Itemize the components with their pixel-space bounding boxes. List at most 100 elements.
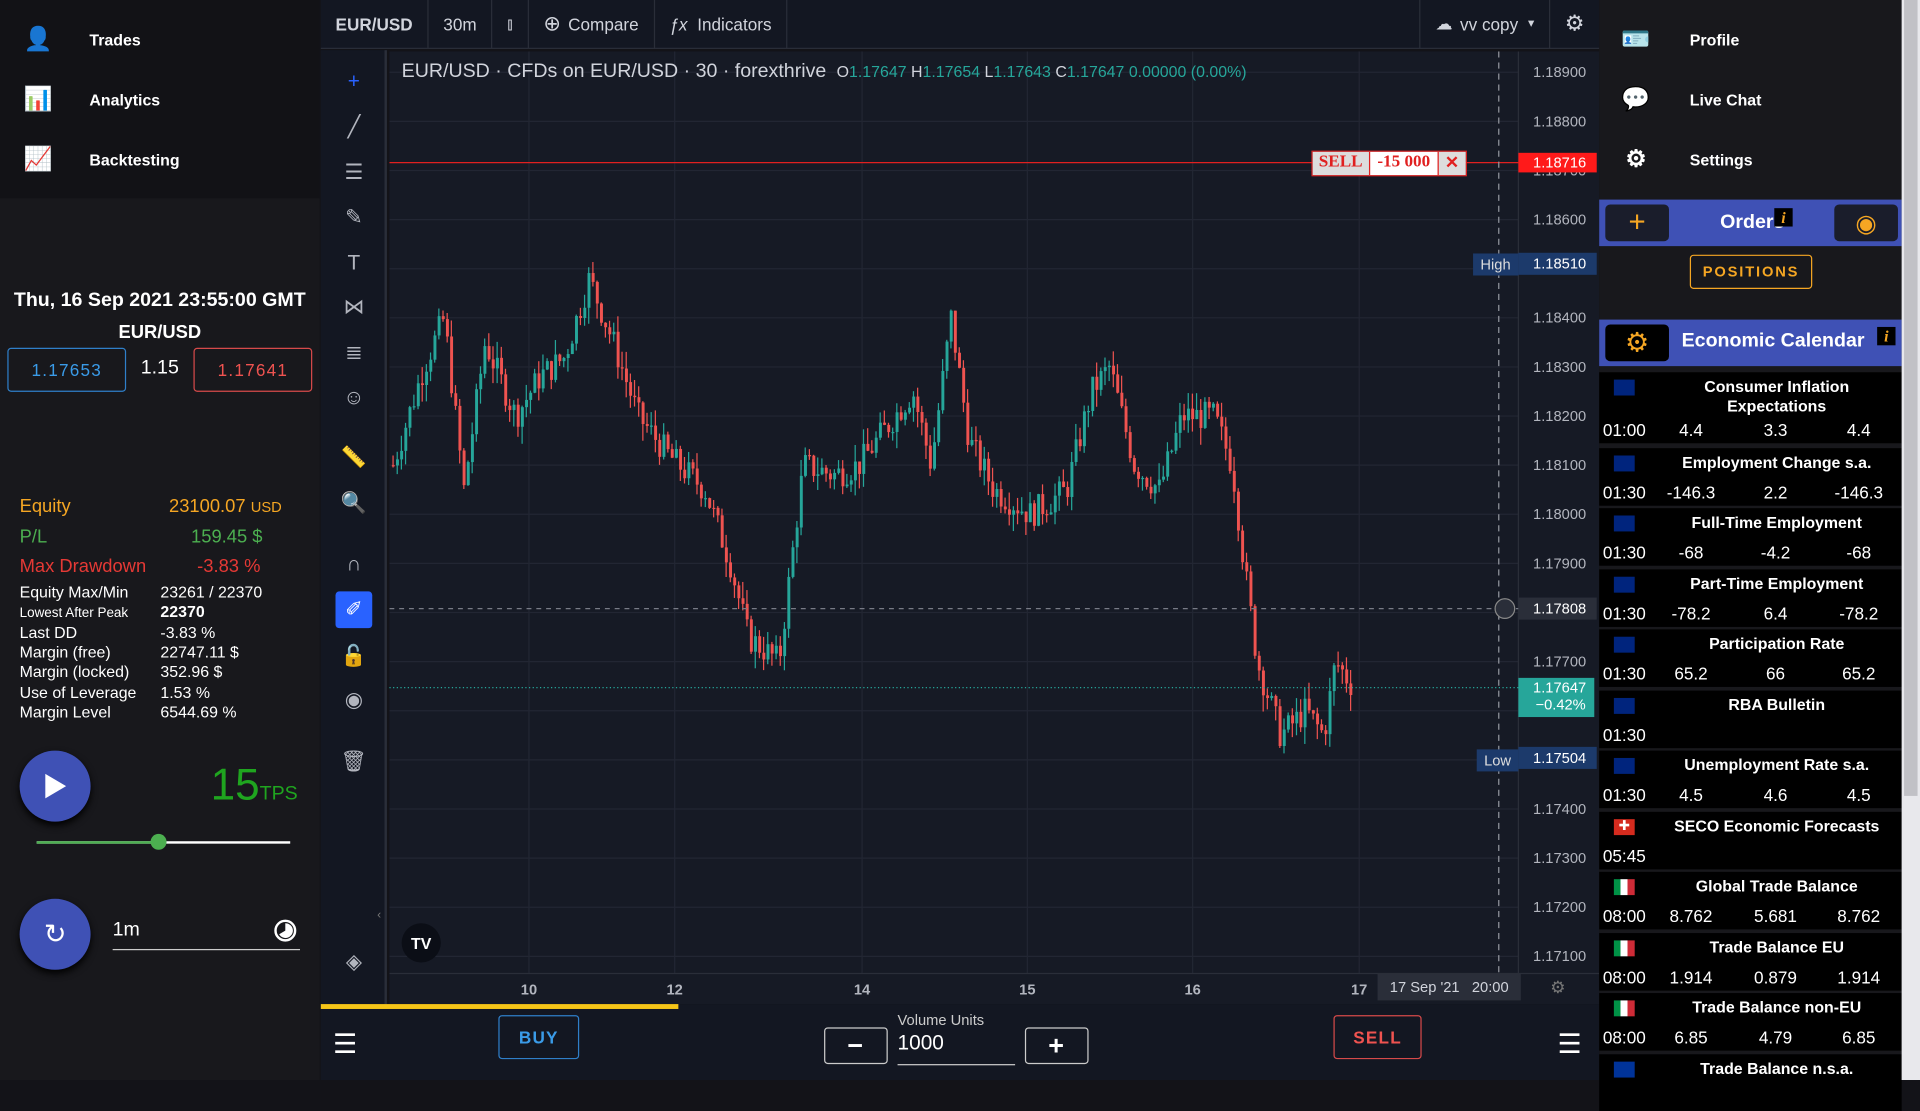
text-tool[interactable]: T <box>336 245 373 282</box>
trend-line-tool[interactable]: ╱ <box>336 109 373 146</box>
axis-settings-icon[interactable]: ⚙ <box>1550 977 1565 998</box>
measure-tool[interactable]: 📏 <box>336 440 373 477</box>
candle-body <box>554 354 558 380</box>
forecast-tool[interactable]: ≣ <box>336 334 373 371</box>
emoji-tool[interactable]: ☺ <box>336 380 373 417</box>
interval-input[interactable]: 1m <box>112 916 300 951</box>
speed-slider[interactable] <box>36 833 291 850</box>
magnet-tool[interactable]: ∩ <box>336 546 373 583</box>
flag-ch-icon: ✚ <box>1613 818 1635 835</box>
object-tree-tool[interactable]: ◈ <box>336 944 373 981</box>
candle-body <box>1037 494 1041 526</box>
legend-desc: · CFDs on EUR/USD <box>495 61 679 83</box>
candle-body <box>937 410 941 443</box>
pattern-tool[interactable]: ⋈ <box>336 289 373 326</box>
calendar-event[interactable]: Part-Time Employment 01:30 -78.2 6.4 -78… <box>1599 568 1902 627</box>
menu-right-icon[interactable]: ☰ <box>1558 1029 1582 1061</box>
nav-trades[interactable]: 👤 Trades <box>0 15 320 64</box>
interval-button[interactable]: 30m <box>429 0 493 49</box>
brush-tool[interactable]: ✎ <box>336 200 373 237</box>
candle-body <box>1091 376 1095 412</box>
calendar-event[interactable]: Trade Balance n.s.a. <box>1599 1053 1902 1111</box>
spread-value: 1.15 <box>140 357 179 379</box>
ask-price-button[interactable]: 1.17641 <box>193 347 313 392</box>
fib-tool[interactable]: ☰ <box>336 154 373 191</box>
candle-body <box>712 507 716 510</box>
sell-button[interactable]: SELL <box>1333 1015 1422 1060</box>
plus-icon: + <box>1048 1029 1066 1061</box>
volume-input[interactable]: 1000 <box>897 1031 1016 1066</box>
reset-button[interactable]: ↻ <box>19 898 91 970</box>
calendar-settings-button[interactable]: ⚙ <box>1605 324 1669 362</box>
h-label: H <box>911 62 923 81</box>
collapse-toolbar-icon[interactable]: ‹ <box>377 909 381 922</box>
event-forecast: 3.3 <box>1763 420 1788 440</box>
compare-button[interactable]: ⊕ Compare <box>529 0 655 49</box>
calendar-event[interactable]: Full-Time Employment 01:30 -68 -4.2 -68 <box>1599 508 1902 566</box>
calendar-event[interactable]: Unemployment Rate s.a. 01:30 4.5 4.6 4.5 <box>1599 750 1902 809</box>
symbol-button[interactable]: EUR/USD <box>321 0 429 49</box>
stay-drawing-tool[interactable]: ✐ <box>335 591 373 629</box>
clock-icon[interactable] <box>273 918 297 942</box>
y-tick-label: 1.18200 <box>1533 409 1586 425</box>
indicators-button[interactable]: ƒx Indicators <box>655 0 788 49</box>
calendar-event[interactable]: ✚ SECO Economic Forecasts 05:45 <box>1599 811 1902 869</box>
delete-tool[interactable]: 🗑 <box>336 743 373 780</box>
toggle-visibility-button[interactable]: ◉ <box>1834 204 1898 242</box>
scrollbar[interactable] <box>1901 0 1920 1080</box>
candle-body <box>1016 510 1020 514</box>
settings-button[interactable]: ⚙ <box>1550 0 1599 48</box>
lock-tool[interactable]: 🔓 <box>336 638 373 675</box>
volume-decrease-button[interactable]: − <box>824 1027 888 1065</box>
calendar-event[interactable]: Global Trade Balance 08:00 8.762 5.681 8… <box>1599 871 1902 930</box>
menu-left-icon[interactable]: ☰ <box>333 1029 357 1061</box>
candle-body <box>1074 439 1078 462</box>
zoom-tool[interactable]: 🔍 <box>336 485 373 522</box>
crosshair-tool[interactable]: + <box>336 64 373 101</box>
calendar-event[interactable]: Employment Change s.a. 01:30 -146.3 2.2 … <box>1599 447 1902 506</box>
candle-body <box>641 402 645 425</box>
calendar-event[interactable]: RBA Bulletin 01:30 <box>1599 690 1902 748</box>
nav-analytics[interactable]: 📊 Analytics <box>0 75 320 124</box>
event-forecast: 0.879 <box>1754 966 1797 987</box>
layout-button[interactable]: ☁ vv copy ▾ <box>1419 0 1551 49</box>
play-button[interactable] <box>19 750 91 822</box>
candle-body <box>1249 571 1253 607</box>
nav-live-chat[interactable]: 💬 Live Chat <box>1599 75 1901 124</box>
event-time: 08:00 <box>1602 1027 1646 1047</box>
nav-settings[interactable]: ⚙ Settings <box>1599 135 1901 184</box>
info-icon[interactable]: i <box>1774 208 1793 227</box>
event-time: 01:30 <box>1602 542 1646 563</box>
order-line-label[interactable]: SELL -15 000 ✕ <box>1311 150 1467 177</box>
positions-button[interactable]: POSITIONS <box>1689 254 1813 289</box>
candle-body <box>587 273 591 308</box>
volume-increase-button[interactable]: + <box>1024 1027 1089 1065</box>
add-order-button[interactable]: + <box>1605 204 1669 242</box>
buy-button[interactable]: BUY <box>498 1015 580 1060</box>
chart-type-button[interactable]: ⫾ <box>493 0 529 49</box>
candle-body <box>870 450 874 453</box>
calendar-event[interactable]: Trade Balance non-EU 08:00 6.85 4.79 6.8… <box>1599 993 1902 1051</box>
bid-price-button[interactable]: 1.17653 <box>7 347 127 392</box>
pl-value: 159.45 $ <box>191 526 263 548</box>
candle-body <box>658 439 662 457</box>
y-tick-label: 1.17200 <box>1533 900 1586 916</box>
slider-thumb[interactable] <box>151 833 167 850</box>
tradingview-logo[interactable]: TV <box>401 923 441 963</box>
calendar-event[interactable]: Participation Rate 01:30 65.2 66 65.2 <box>1599 629 1902 687</box>
nav-profile[interactable]: 🪪 Profile <box>1599 15 1901 64</box>
nav-backtesting[interactable]: 📈 Backtesting <box>0 135 320 184</box>
session-datetime: Thu, 16 Sep 2021 23:55:00 GMT <box>13 290 306 312</box>
scrollbar-thumb[interactable] <box>1904 0 1918 796</box>
hide-tool[interactable]: ◉ <box>336 682 373 719</box>
candle-body <box>1199 409 1203 428</box>
calendar-event[interactable]: Consumer Inflation Expectations 01:00 4.… <box>1599 372 1902 444</box>
info-icon[interactable]: i <box>1877 326 1896 346</box>
order-price-label: 1.18716 <box>1533 156 1586 172</box>
price-chart[interactable]: 1.189001.188001.187001.186001.185001.184… <box>377 51 1600 1005</box>
calendar-event[interactable]: Trade Balance EU 08:00 1.914 0.879 1.914 <box>1599 932 1902 990</box>
candle-body <box>1082 411 1086 447</box>
volume-label: Volume Units <box>897 1011 985 1029</box>
chart-canvas[interactable]: 1.189001.188001.187001.186001.185001.184… <box>389 51 1600 1004</box>
close-order-icon[interactable]: ✕ <box>1437 151 1466 176</box>
